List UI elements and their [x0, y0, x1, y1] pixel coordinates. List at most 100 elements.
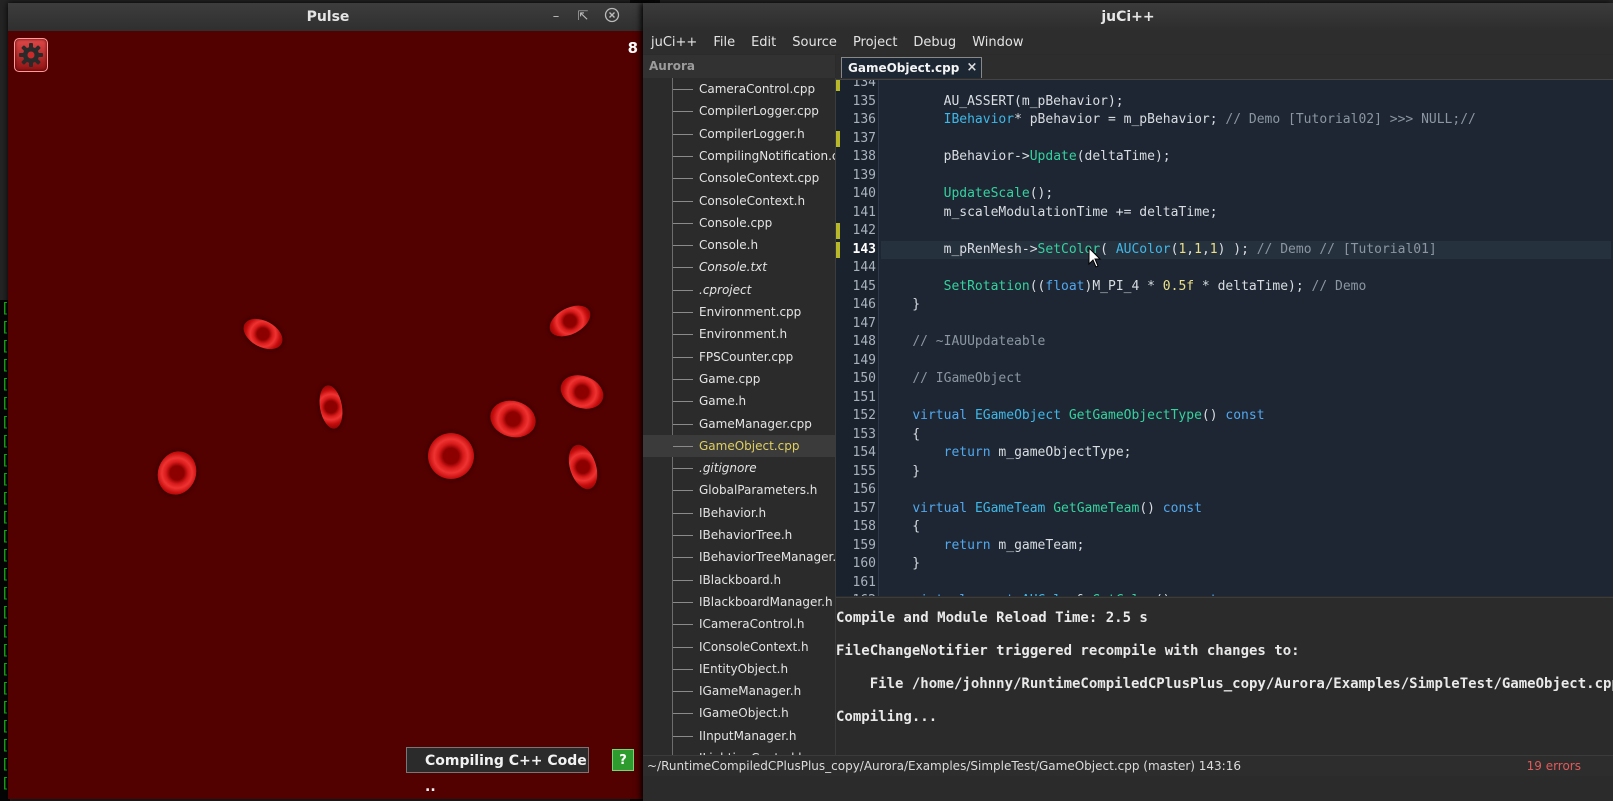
- tree-item[interactable]: GameObject.cpp: [643, 434, 835, 458]
- tree-item[interactable]: IBehavior.h: [643, 502, 835, 524]
- code-line[interactable]: {: [881, 518, 1611, 537]
- code-token: 1: [1194, 241, 1202, 257]
- tree-item[interactable]: GlobalParameters.h: [643, 479, 835, 501]
- tree-item[interactable]: CompilerLogger.h: [643, 123, 835, 145]
- help-button[interactable]: ?: [612, 749, 634, 771]
- tree-item[interactable]: ConsoleContext.cpp: [643, 167, 835, 189]
- menu-source[interactable]: Source: [784, 31, 845, 54]
- tab-gameobject-cpp[interactable]: GameObject.cpp ×: [841, 57, 983, 78]
- tree-item[interactable]: .gitignore: [643, 457, 835, 479]
- menu-window[interactable]: Window: [964, 31, 1031, 54]
- code-token: SetRotation: [943, 278, 1030, 294]
- tree-item[interactable]: IConsoleContext.h: [643, 636, 835, 658]
- tree-item[interactable]: Environment.h: [643, 323, 835, 345]
- menu-project[interactable]: Project: [845, 31, 905, 54]
- tree-item[interactable]: Game.cpp: [643, 368, 835, 390]
- tree-connector: [673, 89, 693, 90]
- game-viewport[interactable]: 8 Compiling C++ Code .. ?: [8, 31, 648, 799]
- settings-button[interactable]: [14, 38, 48, 72]
- tree-item[interactable]: IBlackboardManager.h: [643, 591, 835, 613]
- tree-item[interactable]: IInputManager.h: [643, 725, 835, 747]
- code-line[interactable]: }: [881, 555, 1611, 574]
- tree-item[interactable]: IGameObject.h: [643, 702, 835, 724]
- code-line[interactable]: return m_gameObjectType;: [881, 444, 1611, 463]
- tree-item[interactable]: CompilingNotification.cpp: [643, 145, 835, 167]
- code-token: virtual: [912, 408, 968, 423]
- status-error-count[interactable]: 19 errors: [1527, 756, 1581, 776]
- tree-item[interactable]: .cproject: [643, 279, 835, 301]
- code-line[interactable]: }: [881, 463, 1611, 482]
- compiling-notification: Compiling C++ Code ..: [406, 747, 589, 795]
- menu-bar: juCi++ File Edit Source Project Debug Wi…: [643, 31, 1613, 54]
- output-line: Compiling...: [836, 709, 938, 725]
- code-line[interactable]: return m_gameTeam;: [881, 537, 1611, 556]
- line-number: 146: [852, 297, 876, 312]
- code-token: IBehavior: [943, 112, 1015, 127]
- tab-close-icon[interactable]: ×: [966, 58, 977, 78]
- tree-item[interactable]: Console.h: [643, 234, 835, 256]
- tree-connector: [673, 155, 693, 157]
- tree-item[interactable]: Environment.cpp: [643, 301, 835, 323]
- menu-debug[interactable]: Debug: [905, 31, 964, 54]
- code-line[interactable]: UpdateScale();: [881, 185, 1611, 204]
- tree-item[interactable]: Game.h: [643, 390, 835, 412]
- code-line[interactable]: SetRotation((float)M_PI_4 * 0.5f * delta…: [881, 278, 1611, 297]
- code-line[interactable]: }: [881, 296, 1611, 315]
- line-number: 143: [852, 241, 876, 257]
- tree-item-label: CompilingNotification.cpp: [699, 148, 835, 163]
- code-line[interactable]: virtual EGameObject GetGameObjectType() …: [881, 407, 1611, 426]
- menu-edit[interactable]: Edit: [743, 31, 784, 54]
- code-line[interactable]: virtual EGameTeam GetGameTeam() const: [881, 500, 1611, 519]
- maximize-icon[interactable]: ⇱: [573, 7, 593, 27]
- code-line[interactable]: // ~IAUUpdateable: [881, 333, 1611, 352]
- code-line[interactable]: m_scaleModulationTime += deltaTime;: [881, 204, 1611, 223]
- code-line[interactable]: {: [881, 426, 1611, 445]
- tree-item[interactable]: IBehaviorTreeManager.h: [643, 546, 835, 568]
- tree-connector: [673, 668, 693, 670]
- tree-item-label: Game.h: [699, 394, 747, 409]
- line-number: 140: [852, 186, 876, 201]
- tab-bar: GameObject.cpp ×: [836, 55, 1613, 80]
- tree-item[interactable]: ConsoleContext.h: [643, 190, 835, 212]
- code-line[interactable]: pBehavior->Update(deltaTime);: [881, 148, 1611, 167]
- code-token: AUColor: [1115, 241, 1171, 257]
- tree-item[interactable]: Console.cpp: [643, 212, 835, 234]
- tree-item[interactable]: CameraControl.cpp: [643, 78, 835, 100]
- blood-cell: [544, 299, 596, 343]
- minimize-icon[interactable]: –: [546, 7, 566, 27]
- line-number: 158: [852, 519, 876, 534]
- code-token: // Demo [Tutorial02] >>> NULL;//: [1225, 112, 1476, 127]
- tree-connector: [673, 601, 693, 603]
- tree-item-label: Console.cpp: [699, 215, 773, 230]
- tree-item[interactable]: ICameraControl.h: [643, 613, 835, 635]
- tree-item[interactable]: Console.txt: [643, 256, 835, 278]
- file-tree-header[interactable]: Aurora: [643, 55, 835, 78]
- code-line[interactable]: virtual const AUColor& GetColor() const: [881, 592, 1611, 596]
- close-icon[interactable]: [602, 7, 622, 27]
- tree-item[interactable]: FPSCounter.cpp: [643, 346, 835, 368]
- tree-item[interactable]: IBlackboard.h: [643, 569, 835, 591]
- file-tree[interactable]: CameraControl.cpp CompilerLogger.cpp Compi…: [643, 78, 836, 758]
- tree-item[interactable]: IBehaviorTree.h: [643, 524, 835, 546]
- tree-item[interactable]: IGameManager.h: [643, 680, 835, 702]
- code-line[interactable]: IBehavior* pBehavior = m_pBehavior; // D…: [881, 111, 1611, 130]
- tree-item[interactable]: IEntityObject.h: [643, 658, 835, 680]
- menu-juci[interactable]: juCi++: [643, 31, 705, 54]
- code-token: (): [1139, 500, 1163, 516]
- tree-item[interactable]: CompilerLogger.cpp: [643, 100, 835, 122]
- code-line[interactable]: m_pRenMesh->SetColor( AUColor(1,1,1) ); …: [881, 240, 1611, 259]
- menu-file[interactable]: File: [705, 31, 743, 54]
- code-line[interactable]: // IGameObject: [881, 370, 1611, 389]
- code-token: AU_ASSERT(m_pBehavior);: [881, 93, 1124, 109]
- code-editor[interactable]: 134 135 136 137 138 139 140 141 142 143 144 145 146 1…: [836, 80, 1613, 596]
- tree-item-label: .cproject: [699, 282, 752, 297]
- code-line[interactable]: AU_ASSERT(m_pBehavior);: [881, 93, 1611, 112]
- tree-item[interactable]: GameManager.cpp: [643, 413, 835, 435]
- tree-connector: [673, 334, 693, 336]
- output-terminal[interactable]: Compile and Module Reload Time: 2.5 s Fi…: [836, 597, 1613, 758]
- blood-cell: [428, 433, 474, 479]
